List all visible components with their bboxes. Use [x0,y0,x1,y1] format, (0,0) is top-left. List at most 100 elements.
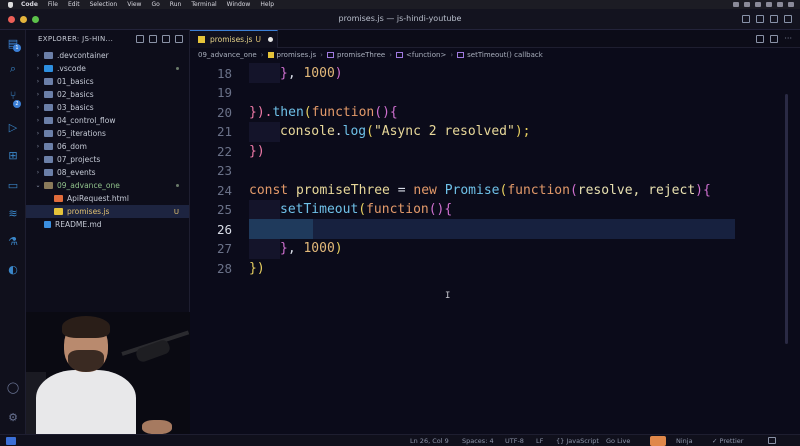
tree-item-label: 01_basics [57,77,94,86]
toggle-panel-icon[interactable] [756,15,764,23]
code-text: }) [249,260,265,276]
testing-icon[interactable]: ⚗ [6,234,20,248]
menu-selection[interactable]: Selection [90,1,118,8]
js-file-icon [198,36,205,43]
html-file-icon [54,195,63,202]
status-indentation[interactable]: Spaces: 4 [462,437,494,445]
tree-item[interactable]: › 02_basics [26,88,189,101]
code-line: 21 console.log("Async 2 resolved"); [190,121,800,142]
notifications-bell-icon[interactable] [768,437,776,444]
tree-item[interactable]: › 07_projects [26,153,189,166]
menu-window[interactable]: Window [227,1,251,8]
tree-item[interactable]: ApiRequest.html [26,192,189,205]
js-file-icon [267,52,274,58]
code-line: 24 const promiseThree = new Promise(func… [190,180,800,200]
refresh-icon[interactable] [162,35,170,43]
chevron-right-icon: › [36,91,40,98]
new-folder-icon[interactable] [149,35,157,43]
remote-indicator-icon[interactable] [6,437,16,445]
tree-item[interactable]: › .devcontainer [26,49,189,62]
code-line: 19 [190,83,800,103]
tree-item[interactable]: › 01_basics [26,75,189,88]
status-icon[interactable] [777,2,783,7]
status-encoding[interactable]: UTF-8 [505,437,524,445]
new-file-icon[interactable] [136,35,144,43]
remote-icon[interactable]: ▭ [6,178,20,192]
breadcrumb-symbol[interactable]: promiseThree [337,51,385,59]
tab-promises-js[interactable]: promises.js U [190,30,278,48]
menu-view[interactable]: View [127,1,141,8]
unsaved-dot-icon[interactable] [267,37,273,42]
menu-file[interactable]: File [48,1,58,8]
extensions-icon[interactable]: ⊞ [6,148,20,162]
status-prettier[interactable]: ✓ Prettier [712,437,743,445]
live-server-icon[interactable] [650,436,666,446]
window-titlebar: promises.js — js-hindi-youtube [0,9,800,30]
toggle-sidebar-icon[interactable] [742,15,750,23]
tree-item[interactable]: › .vscode [26,62,189,75]
live-share-icon[interactable]: ◐ [6,262,20,276]
customize-layout-icon[interactable] [784,15,792,23]
presenter-body [36,370,136,434]
folder-icon [44,156,53,163]
status-golive[interactable]: Go Live [606,437,630,445]
breadcrumb-file[interactable]: promises.js [277,51,317,59]
menu-run[interactable]: Run [170,1,182,8]
split-editor-icon[interactable] [770,35,779,43]
tree-item[interactable]: promises.js U [26,205,189,218]
breadcrumb-function[interactable]: <function> [406,51,446,59]
status-icon[interactable] [788,2,794,7]
status-icon[interactable] [733,2,739,7]
editor-scrollbar[interactable] [785,94,788,344]
tree-item[interactable]: README.md [26,218,189,231]
run-debug-icon[interactable]: ▷ [6,120,20,134]
menu-edit[interactable]: Edit [68,1,80,8]
tree-item[interactable]: › 05_iterations [26,127,189,140]
breadcrumb-folder[interactable]: 09_advance_one [198,51,257,59]
tree-item[interactable]: ⌄ 09_advance_one [26,179,189,192]
tree-item[interactable]: › 03_basics [26,101,189,114]
collapse-all-icon[interactable] [175,35,183,43]
status-icon[interactable] [766,2,772,7]
menu-go[interactable]: Go [151,1,159,8]
search-icon[interactable]: ⌕ [6,62,20,76]
menu-terminal[interactable]: Terminal [191,1,216,8]
account-icon[interactable]: ◯ [6,380,20,394]
line-number: 18 [216,65,232,81]
breadcrumb-callback[interactable]: setTimeout() callback [467,51,543,59]
tree-item-label: .devcontainer [57,51,109,60]
tree-item[interactable]: › 04_control_flow [26,114,189,127]
more-actions-icon[interactable]: ··· [784,35,792,43]
status-eol[interactable]: LF [536,437,543,445]
status-icon[interactable] [755,2,761,7]
status-bar: Ln 26, Col 9 Spaces: 4 UTF-8 LF {} JavaS… [0,434,800,446]
status-icon[interactable] [744,2,750,7]
folder-icon [44,78,53,85]
line-number: 20 [216,104,232,120]
tree-item[interactable]: › 06_dom [26,140,189,153]
docker-icon[interactable]: ≋ [6,206,20,220]
indent-guide [249,238,280,259]
indent-guide [249,63,280,83]
tree-item-label: 04_control_flow [57,116,116,125]
open-changes-icon[interactable] [756,35,765,43]
tree-item[interactable]: › 08_events [26,166,189,179]
apple-icon[interactable] [8,1,13,8]
toggle-secondary-sidebar-icon[interactable] [770,15,778,23]
menu-help[interactable]: Help [260,1,274,8]
status-language[interactable]: {} JavaScript [556,437,599,445]
function-icon [396,52,403,58]
code-line: 23 [190,161,800,181]
code-text: setTimeout(function(){ [280,202,453,217]
tab-status: U [255,35,261,44]
code-text: }, 1000) [280,241,343,256]
status-cursor-position[interactable]: Ln 26, Col 9 [410,437,449,445]
menu-code[interactable]: Code [21,1,38,8]
tree-item-label: .vscode [57,64,86,73]
info-icon [44,221,51,228]
status-ninja[interactable]: Ninja [676,437,693,445]
settings-gear-icon[interactable]: ⚙ [6,410,20,424]
chevron-right-icon: › [320,51,323,59]
tree-item-label: 06_dom [57,142,87,151]
code-editor[interactable]: 18 }, 1000) 19 20 }).then(function(){ 21… [190,62,800,434]
